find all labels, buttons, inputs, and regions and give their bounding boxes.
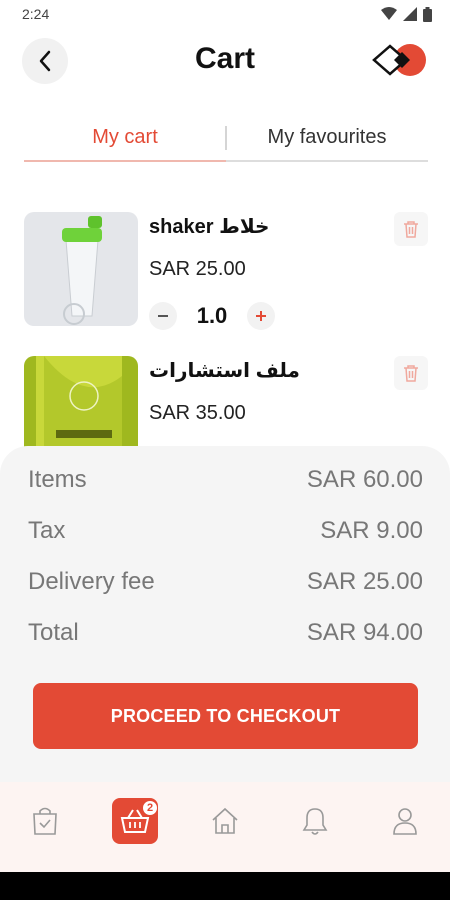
nav-profile[interactable] — [382, 798, 428, 844]
orders-bag-icon — [33, 807, 57, 835]
bottom-nav: 2 — [0, 782, 450, 872]
cart-tabs: My cart My favourites — [24, 116, 428, 162]
delete-item-button[interactable] — [394, 212, 428, 246]
trash-icon — [404, 221, 418, 238]
summary-value: SAR 94.00 — [306, 619, 423, 646]
profile-icon — [393, 808, 417, 835]
summary-label: Total — [28, 619, 79, 646]
nav-home[interactable] — [202, 798, 248, 844]
status-bar: 2:24 — [0, 0, 450, 28]
plus-icon — [256, 311, 266, 321]
status-time: 2:24 — [22, 6, 50, 22]
signal-icon — [403, 7, 417, 21]
nav-cart[interactable]: 2 — [112, 798, 158, 844]
tab-divider — [225, 126, 227, 150]
battery-icon — [423, 6, 432, 22]
increase-quantity-button[interactable] — [247, 302, 275, 330]
summary-value: SAR 9.00 — [320, 517, 423, 544]
item-name: shaker خلاط — [149, 216, 270, 238]
item-name: ملف استشارات — [149, 360, 300, 382]
quantity-stepper: 1.0 — [149, 302, 275, 330]
summary-row-items: Items SAR 60.00 — [28, 466, 423, 494]
brand-logo — [372, 44, 426, 76]
wifi-icon — [381, 7, 397, 20]
home-icon — [212, 807, 238, 834]
quantity-value: 1.0 — [196, 303, 228, 328]
tab-my-favourites[interactable]: My favourites — [226, 116, 428, 162]
item-price: SAR 35.00 — [149, 402, 246, 424]
trash-icon — [404, 365, 418, 382]
nav-orders[interactable] — [22, 798, 68, 844]
summary-value: SAR 60.00 — [306, 466, 423, 493]
delete-item-button[interactable] — [394, 356, 428, 390]
summary-label: Items — [28, 466, 87, 493]
summary-label: Tax — [28, 517, 66, 544]
summary-row-tax: Tax SAR 9.00 — [28, 517, 423, 545]
summary-value: SAR 25.00 — [306, 568, 423, 595]
summary-label: Delivery fee — [28, 568, 155, 595]
summary-row-total: Total SAR 94.00 — [28, 619, 423, 647]
bell-icon — [302, 808, 328, 835]
minus-icon — [158, 315, 168, 317]
system-navigation-bar — [0, 872, 450, 900]
order-summary: Items SAR 60.00 Tax SAR 9.00 Delivery fe… — [0, 446, 450, 786]
proceed-to-checkout-button[interactable]: PROCEED TO CHECKOUT — [33, 683, 418, 749]
summary-row-delivery-fee: Delivery fee SAR 25.00 — [28, 568, 423, 596]
app-header: Cart — [0, 28, 450, 98]
nav-notifications[interactable] — [292, 798, 338, 844]
cart-item: shaker خلاط SAR 25.00 1.0 — [24, 212, 428, 332]
product-image-shaker[interactable] — [24, 212, 138, 326]
tab-my-cart[interactable]: My cart — [24, 116, 226, 162]
item-price: SAR 25.00 — [149, 258, 246, 280]
decrease-quantity-button[interactable] — [149, 302, 177, 330]
cart-count-badge: 2 — [142, 800, 158, 816]
